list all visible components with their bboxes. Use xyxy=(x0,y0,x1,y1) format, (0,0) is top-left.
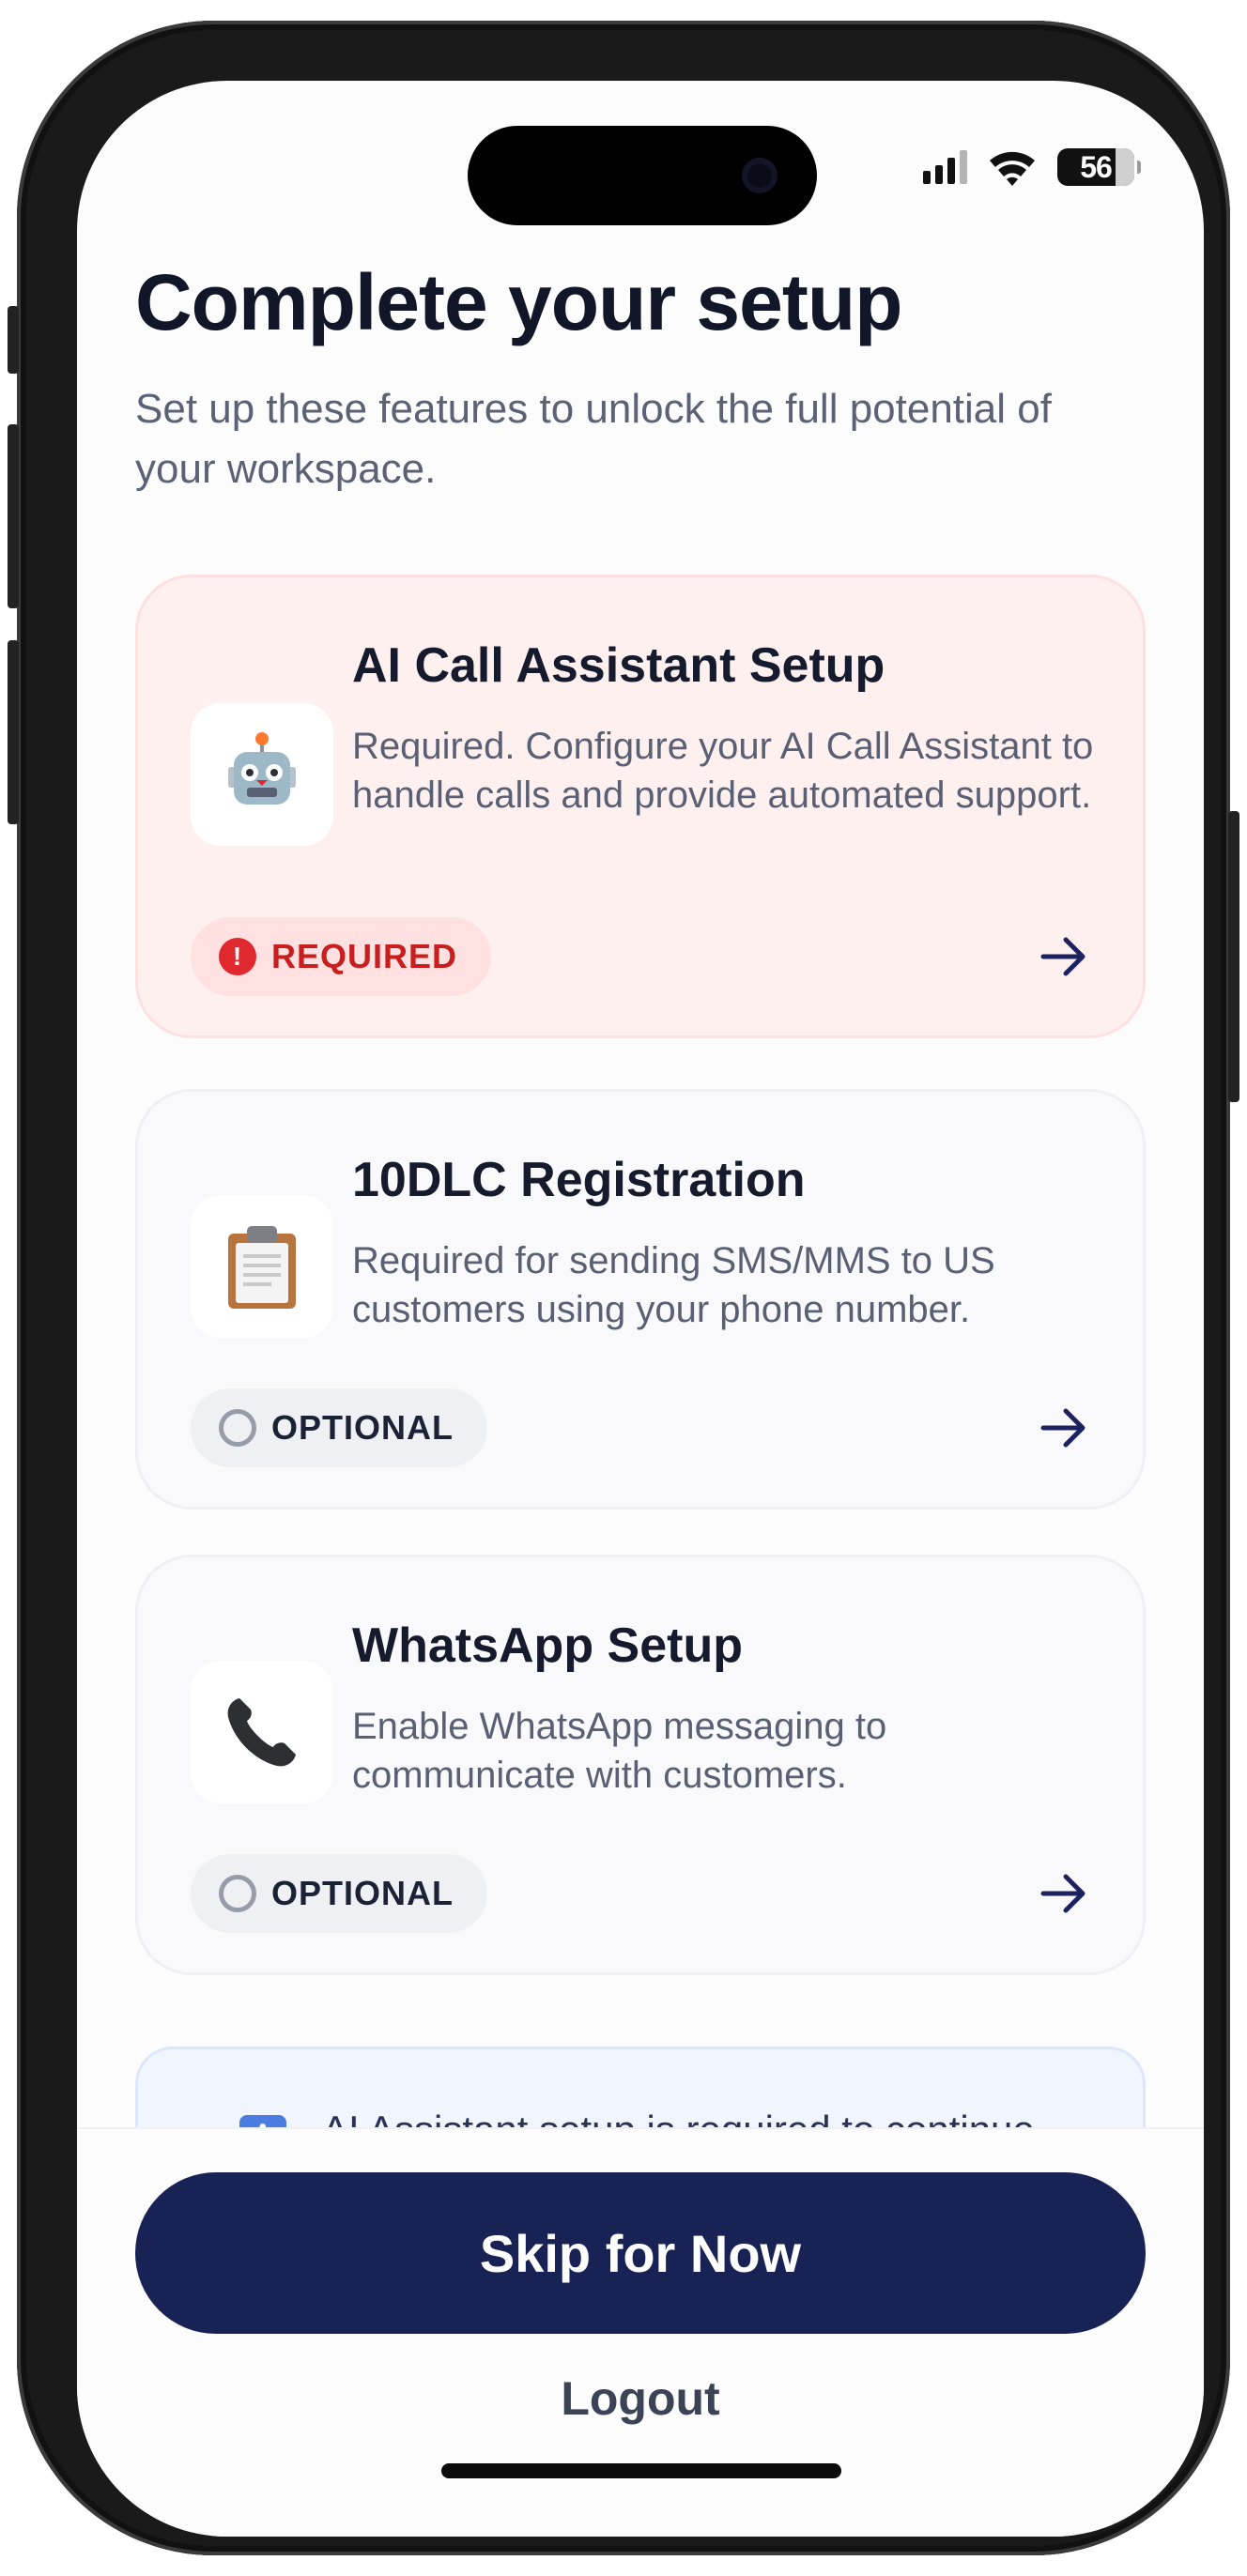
badge-label: OPTIONAL xyxy=(271,1874,454,1912)
dynamic-island xyxy=(468,126,817,225)
status-badge: OPTIONAL xyxy=(191,1388,487,1467)
clipboard-icon xyxy=(191,1195,333,1338)
card-10dlc-registration[interactable]: 10DLC Registration Required for sending … xyxy=(135,1089,1146,1510)
bottom-action-panel: Skip for Now Logout xyxy=(77,2127,1204,2537)
phone-icon xyxy=(191,1661,333,1803)
volume-down-button xyxy=(8,640,19,824)
card-description: Required for sending SMS/MMS to US custo… xyxy=(352,1240,995,1330)
badge-label: OPTIONAL xyxy=(271,1408,454,1447)
card-title: 10DLC Registration xyxy=(352,1153,806,1207)
battery-icon: 56 xyxy=(1057,148,1141,186)
volume-up-button xyxy=(8,424,19,608)
card-title: AI Call Assistant Setup xyxy=(352,638,885,693)
power-button xyxy=(1228,811,1239,1102)
phone-frame: 56 Complete your setup Set up these feat… xyxy=(8,21,1239,2555)
robot-icon xyxy=(191,703,333,846)
card-description: Required. Configure your AI Call Assista… xyxy=(352,726,1094,816)
card-title: WhatsApp Setup xyxy=(352,1618,743,1673)
arrow-right-icon[interactable] xyxy=(1036,1400,1092,1456)
logout-button[interactable]: Logout xyxy=(77,2371,1204,2426)
status-badge: OPTIONAL xyxy=(191,1854,487,1933)
card-description: Enable WhatsApp messaging to communicate… xyxy=(352,1706,887,1796)
battery-level: 56 xyxy=(1080,149,1113,184)
badge-label: REQUIRED xyxy=(271,937,458,975)
card-whatsapp-setup[interactable]: WhatsApp Setup Enable WhatsApp messaging… xyxy=(135,1555,1146,1975)
page-title: Complete your setup xyxy=(135,258,902,346)
status-badge: ! REQUIRED xyxy=(191,917,492,996)
arrow-right-icon[interactable] xyxy=(1036,1865,1092,1922)
camera-icon xyxy=(742,158,777,193)
page-subtitle: Set up these features to unlock the full… xyxy=(135,386,1052,492)
skip-for-now-button[interactable]: Skip for Now xyxy=(135,2172,1146,2334)
circle-icon xyxy=(219,1875,256,1912)
home-indicator[interactable] xyxy=(441,2463,841,2478)
alert-icon: ! xyxy=(219,938,256,975)
screen: 56 Complete your setup Set up these feat… xyxy=(77,81,1204,2537)
wifi-icon xyxy=(990,151,1035,186)
action-button xyxy=(8,306,19,374)
status-bar: 56 xyxy=(923,139,1141,195)
arrow-right-icon[interactable] xyxy=(1036,928,1092,985)
card-ai-call-assistant[interactable]: AI Call Assistant Setup Required. Config… xyxy=(135,575,1146,1038)
circle-icon xyxy=(219,1409,256,1447)
cellular-signal-icon xyxy=(923,150,967,184)
